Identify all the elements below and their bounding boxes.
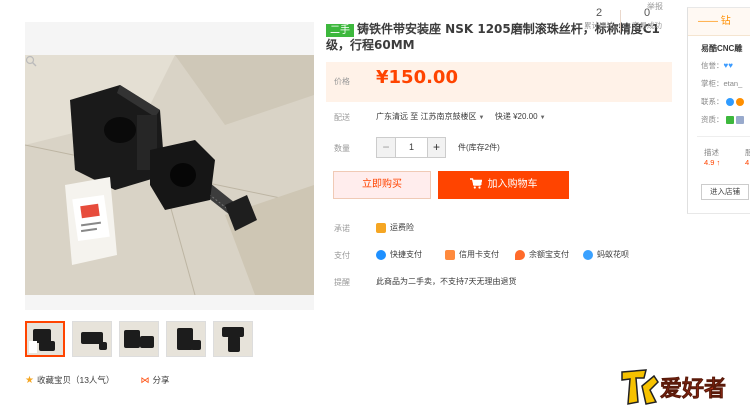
thumbnail-5[interactable] (213, 321, 253, 357)
price-value: ¥150.00 (376, 67, 458, 88)
payment-huabei[interactable]: 蚂蚁花呗 (583, 249, 629, 260)
increase-button[interactable]: + (427, 138, 445, 157)
product-photo (25, 55, 314, 295)
shop-divider (697, 136, 750, 137)
ship-to-word: 至 (410, 112, 419, 121)
zoom-icon[interactable] (25, 55, 37, 67)
quantity-stepper: − 1 + (376, 137, 446, 158)
watermark-logo: 爱好者 (621, 369, 726, 405)
cart-icon (469, 178, 482, 189)
destination-select[interactable]: 江苏南京鼓楼区 ▼ (420, 112, 484, 121)
payment-label: 支付 (334, 251, 350, 260)
enter-shop-button[interactable]: 进入店铺 (701, 184, 749, 200)
share-icon: ⋈ (140, 375, 150, 385)
chevron-down-icon: ▼ (478, 115, 485, 121)
quantity-label: 数量 (334, 144, 350, 153)
product-title: 二手 铸铁件带安装座 NSK 1205磨制滚珠丝杆，标称精度C1级，行程60MM (326, 22, 660, 52)
star-icon: ★ (25, 375, 34, 386)
decrease-button[interactable]: − (377, 138, 395, 157)
shop-keeper: 掌柜：etan_ (701, 79, 743, 88)
express-select[interactable]: 快递 ¥20.00 ▼ (495, 112, 546, 121)
reminder-text: 此商品为二手卖，不支持7天无理由退货 (376, 277, 517, 286)
shop-qualification: 资质： (701, 114, 744, 125)
thumbnail-2[interactable] (72, 321, 112, 357)
price-box: 价格 ¥150.00 (326, 62, 672, 102)
reviews-stat[interactable]: 2 累计评论 (579, 6, 619, 31)
share-link[interactable]: ⋈ 分享 (140, 374, 169, 386)
sales-stat: 0 交易成功 (632, 7, 662, 30)
payment-credit-card[interactable]: 信用卡支付 (445, 249, 499, 260)
reminder-label: 提醒 (334, 278, 350, 287)
shipping-label: 配送 (334, 113, 350, 122)
payment-yuebao[interactable]: 余额宝支付 (515, 249, 569, 260)
wangwang-icon[interactable] (735, 98, 744, 107)
promise-item[interactable]: 运费险 (376, 222, 414, 233)
price-label: 价格 (334, 77, 350, 86)
creditcard-icon (445, 249, 455, 260)
stat-divider (620, 10, 621, 32)
id-badge-icon (725, 116, 734, 125)
cert-icon (735, 116, 744, 125)
desc-score-value: 4.9 ↑ (704, 158, 721, 167)
payment-quick[interactable]: 快捷支付 (376, 249, 422, 260)
stock-info: 件(库存2件) (458, 143, 500, 152)
favorite-link[interactable]: ★ 收藏宝贝（13人气） (25, 374, 114, 386)
bottom-actions: ★ 收藏宝贝（13人气） ⋈ 分享 (25, 374, 169, 386)
heart-icon: ♥♥ (723, 61, 734, 70)
shop-card: —— 钻 (687, 7, 750, 214)
shipping-info: 广东清远 至 江苏南京鼓楼区 ▼ 快递 ¥20.00 ▼ (376, 111, 546, 122)
watermark-text: 爱好者 (660, 376, 726, 402)
second-hand-badge: 二手 (326, 24, 354, 37)
shop-header: —— 钻 (688, 8, 750, 36)
huabei-icon (583, 249, 593, 260)
quickpay-icon (376, 249, 386, 260)
thumbnail-1[interactable] (25, 321, 65, 357)
shop-contact: 联系： (701, 96, 744, 107)
thumbnail-strip (25, 321, 253, 357)
ship-from: 广东清远 (376, 112, 408, 121)
shop-credit: 信誉：♥♥ (701, 61, 734, 70)
add-to-cart-button[interactable]: 加入购物车 (438, 171, 569, 199)
chat-icon[interactable] (725, 98, 734, 107)
shop-name[interactable]: 易酷CNC雕 (701, 43, 742, 54)
yuebao-icon (515, 249, 525, 260)
buy-now-button[interactable]: 立即购买 (333, 171, 431, 199)
desc-score-label: 描述 (704, 148, 719, 157)
quantity-input[interactable]: 1 (395, 138, 427, 157)
service-score-label: 服 (745, 148, 750, 157)
main-product-image[interactable] (25, 22, 314, 310)
thumbnail-3[interactable] (119, 321, 159, 357)
promise-label: 承诺 (334, 224, 350, 233)
shield-icon (376, 222, 386, 233)
thumbnail-4[interactable] (166, 321, 206, 357)
chevron-down-icon: ▼ (539, 115, 546, 121)
service-score-value: 4 (745, 158, 750, 167)
